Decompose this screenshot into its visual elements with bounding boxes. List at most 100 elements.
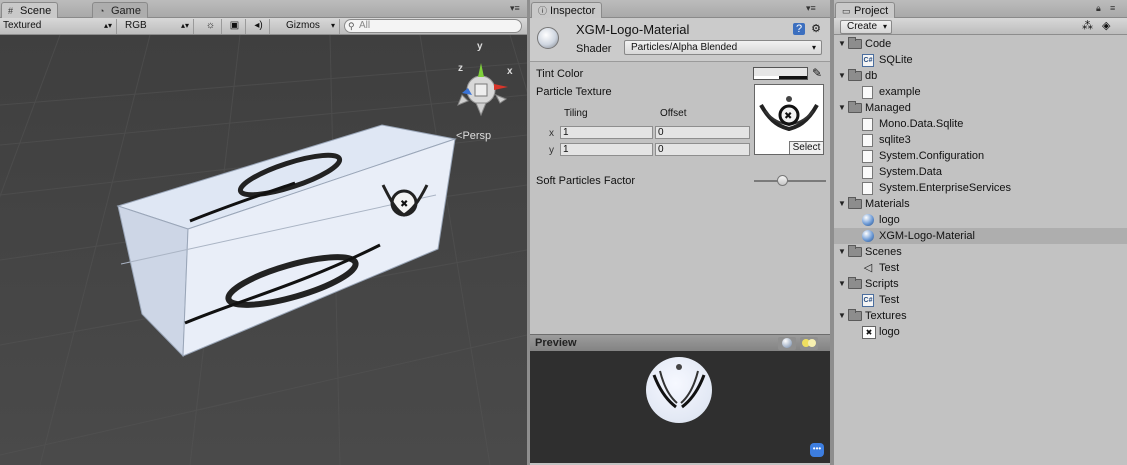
- expand-arrow-icon[interactable]: ▼: [838, 68, 846, 84]
- chat-icon[interactable]: •••: [810, 443, 824, 457]
- file-icon: [862, 166, 873, 179]
- particle-texture-label: Particle Texture: [536, 86, 612, 98]
- lock-icon[interactable]: 🔒︎: [1096, 3, 1101, 14]
- project-asset-row[interactable]: XGM-Logo-Material: [834, 228, 1127, 244]
- expand-arrow-icon[interactable]: ▼: [838, 36, 846, 52]
- perspective-label[interactable]: <Persp: [456, 130, 491, 142]
- tab-inspector[interactable]: ⓘ Inspector: [531, 2, 603, 18]
- gear-icon[interactable]: ⚙: [810, 23, 822, 35]
- material-icon: [862, 230, 874, 242]
- project-folder-row[interactable]: ▼ Scripts: [834, 276, 1127, 292]
- project-item-label: Scenes: [865, 246, 902, 258]
- help-icon[interactable]: ?: [793, 23, 805, 35]
- project-asset-row[interactable]: ✖ logo: [834, 324, 1127, 340]
- project-asset-row[interactable]: System.Data: [834, 164, 1127, 180]
- preview-area[interactable]: •••: [530, 351, 830, 463]
- project-asset-row[interactable]: C# Test: [834, 292, 1127, 308]
- tag-icon[interactable]: ◈: [1102, 19, 1110, 32]
- color-mode-dropdown[interactable]: RGB ▴▾: [122, 19, 194, 34]
- project-item-label: Mono.Data.Sqlite: [879, 118, 964, 130]
- soft-particles-label: Soft Particles Factor: [536, 175, 636, 187]
- expand-arrow-icon[interactable]: ▼: [838, 244, 846, 260]
- project-asset-row[interactable]: ◁ Test: [834, 260, 1127, 276]
- offset-x-field[interactable]: 0: [655, 126, 750, 139]
- chevron-down-icon: ▾: [330, 21, 335, 30]
- file-icon: [862, 86, 873, 99]
- project-asset-row[interactable]: System.Configuration: [834, 148, 1127, 164]
- project-asset-row[interactable]: logo: [834, 212, 1127, 228]
- expand-arrow-icon[interactable]: ▼: [838, 100, 846, 116]
- filter-type-icon[interactable]: ⁂: [1082, 19, 1093, 32]
- create-button[interactable]: Create ▾: [840, 20, 893, 34]
- offset-y-field[interactable]: 0: [655, 143, 750, 156]
- audio-toggle[interactable]: ◂): [248, 19, 270, 34]
- project-folder-row[interactable]: ▼ Materials: [834, 196, 1127, 212]
- tab-game[interactable]: ◔ Game: [92, 2, 148, 18]
- project-folder-row[interactable]: ▼ Scenes: [834, 244, 1127, 260]
- preview-title: Preview: [535, 337, 577, 349]
- preview-sphere: [646, 357, 712, 423]
- tint-color-swatch[interactable]: [753, 67, 808, 80]
- preview-logo: [652, 364, 706, 409]
- folder-icon: [848, 101, 862, 113]
- eyedropper-icon[interactable]: ✎: [812, 66, 822, 80]
- expand-arrow-icon[interactable]: ▼: [838, 276, 846, 292]
- preview-sphere-button[interactable]: [778, 337, 796, 350]
- render-mode-dropdown[interactable]: Textured ▴▾: [0, 19, 117, 34]
- project-folder-row[interactable]: ▼ Managed: [834, 100, 1127, 116]
- texture-select-button[interactable]: Select: [789, 141, 823, 154]
- inspector-tabbar: ⓘ Inspector ▾≡: [530, 0, 830, 18]
- tab-scene-label: Scene: [20, 5, 52, 17]
- speaker-icon: ◂): [254, 20, 263, 31]
- lighting-toggle[interactable]: ☼: [200, 19, 222, 34]
- project-asset-row[interactable]: System.EnterpriseServices: [834, 180, 1127, 196]
- folder-icon: [848, 245, 862, 257]
- project-folder-row[interactable]: ▼ Code: [834, 36, 1127, 52]
- effects-toggle[interactable]: ▣: [224, 19, 246, 34]
- image-icon: ▣: [229, 20, 240, 31]
- folder-icon: [848, 277, 862, 289]
- tab-scene[interactable]: # Scene: [1, 2, 59, 18]
- panel-menu-icon[interactable]: ▾≡: [806, 3, 816, 14]
- project-asset-row[interactable]: Mono.Data.Sqlite: [834, 116, 1127, 132]
- gizmo-y-label: y: [477, 41, 483, 52]
- project-item-label: sqlite3: [879, 134, 911, 146]
- project-item-label: logo: [879, 326, 900, 338]
- gizmos-label: Gizmos: [286, 20, 320, 31]
- tiling-label: Tiling: [564, 108, 588, 119]
- scene-search-input[interactable]: ⚲ All: [344, 19, 522, 33]
- tiling-y-field[interactable]: 1: [560, 143, 653, 156]
- project-item-label: System.Configuration: [879, 150, 985, 162]
- preview-lights-button[interactable]: [800, 337, 818, 350]
- chevron-down-icon: ▾: [811, 43, 816, 52]
- tab-project[interactable]: ▭ Project: [835, 2, 896, 18]
- panel-menu-icon[interactable]: ≡: [1110, 3, 1115, 13]
- folder-icon: [848, 69, 862, 81]
- panel-menu-icon[interactable]: ▾≡: [510, 3, 520, 14]
- perspective-text: Persp: [462, 130, 492, 142]
- scene-viewport[interactable]: ✖ y x z <Persp: [0, 35, 527, 465]
- sun-icon: ☼: [205, 20, 216, 31]
- chevron-down-icon: ▴▾: [103, 21, 112, 30]
- project-asset-row[interactable]: C# SQLite: [834, 52, 1127, 68]
- soft-particles-slider-thumb[interactable]: [777, 175, 789, 186]
- project-folder-row[interactable]: ▼ Textures: [834, 308, 1127, 324]
- expand-arrow-icon[interactable]: ▼: [838, 308, 846, 324]
- gizmo-z-label: z: [458, 63, 463, 74]
- project-item-label: logo: [879, 214, 900, 226]
- expand-arrow-icon[interactable]: ▼: [838, 196, 846, 212]
- project-asset-row[interactable]: example: [834, 84, 1127, 100]
- folder-icon: [848, 37, 862, 49]
- project-asset-row[interactable]: sqlite3: [834, 132, 1127, 148]
- tiling-x-field[interactable]: 1: [560, 126, 653, 139]
- project-folder-row[interactable]: ▼ db: [834, 68, 1127, 84]
- project-toolbar: Create ▾ ⁂ ◈: [834, 18, 1127, 35]
- project-item-label: Textures: [865, 310, 907, 322]
- scene-toolbar: Textured ▴▾ RGB ▴▾ ☼ ▣ ◂) Gizmos ▾ ⚲ All: [0, 18, 527, 35]
- unity-scene-icon: ◁: [863, 262, 873, 274]
- shader-dropdown[interactable]: Particles/Alpha Blended ▾: [624, 40, 822, 55]
- soft-particles-slider[interactable]: [754, 180, 826, 182]
- texture-slot[interactable]: ✖ Select: [754, 84, 824, 155]
- gizmos-dropdown[interactable]: Gizmos ▾: [283, 19, 340, 34]
- sphere-icon: [782, 338, 792, 348]
